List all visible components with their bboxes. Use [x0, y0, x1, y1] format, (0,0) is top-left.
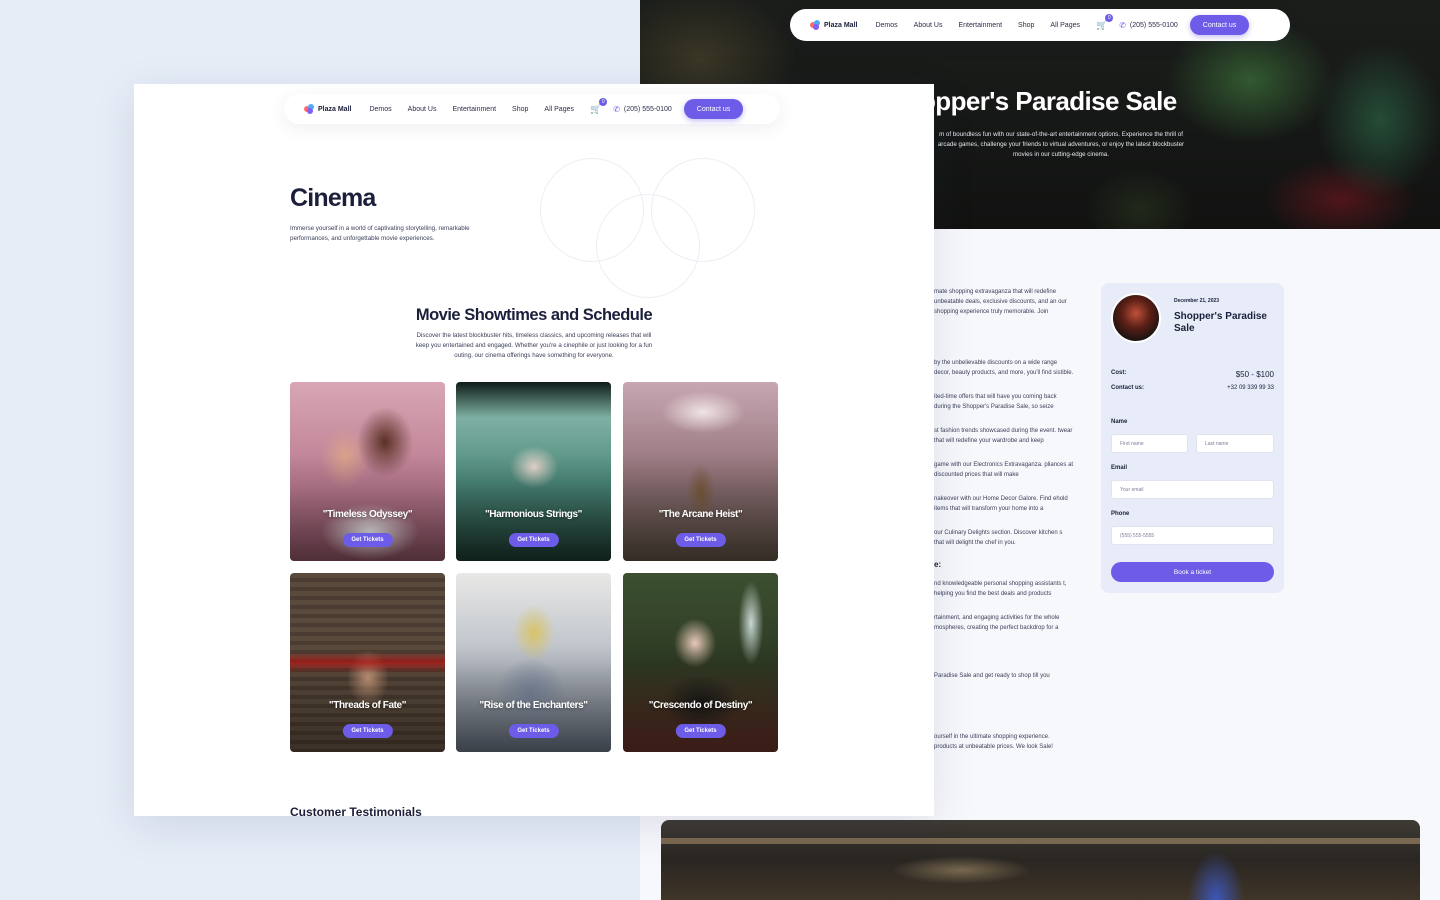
event-hero-title: opper's Paradise Sale — [920, 86, 1177, 116]
movie-card[interactable]: "Harmonious Strings" Get Tickets — [456, 382, 611, 561]
event-body-paragraph: ourself in the ultimate shopping experie… — [934, 734, 1053, 750]
brand-logo[interactable]: Plaza Mall — [304, 104, 351, 114]
page-subtitle: Immerse yourself in a world of captivati… — [290, 225, 470, 242]
event-body-paragraph: nd knowledgeable personal shopping assis… — [934, 581, 1067, 597]
contact-button[interactable]: Contact us — [1189, 15, 1250, 35]
nav-link-entertainment[interactable]: Entertainment — [958, 22, 1002, 29]
event-body-paragraph: mate shopping extravaganza that will red… — [934, 289, 1067, 315]
contact-button[interactable]: Contact us — [683, 99, 744, 119]
movie-title: "Threads of Fate" — [328, 700, 407, 711]
contact-row: Contact us: +32 09 339 99 33 — [1111, 385, 1274, 391]
event-body-paragraph: by the unbelievable discounts on a wide … — [934, 360, 1074, 376]
get-tickets-button[interactable]: Get Tickets — [508, 533, 559, 547]
movie-title: "Rise of the Enchanters" — [479, 700, 588, 711]
movie-card[interactable]: "Threads of Fate" Get Tickets — [290, 573, 445, 752]
page-title: Cinema — [290, 184, 376, 212]
get-tickets-button[interactable]: Get Tickets — [508, 724, 559, 738]
phone-link[interactable]: ✆ (205) 555-0100 — [613, 105, 672, 114]
cart-icon[interactable]: 🛒 0 — [590, 97, 608, 115]
brand-name: Plaza Mall — [318, 105, 352, 113]
testimonials-title: Customer Testimonials — [290, 805, 422, 816]
phone-icon: ✆ — [1119, 20, 1126, 30]
event-body-heading: e: — [934, 560, 942, 569]
contact-value: +32 09 339 99 33 — [1227, 385, 1274, 391]
mall-photo — [661, 820, 1420, 900]
movie-title: "Crescendo of Destiny" — [648, 700, 753, 711]
event-thumbnail — [1111, 293, 1161, 343]
email-label: Email — [1111, 465, 1128, 471]
event-body-paragraph: st fashion trends showcased during the e… — [934, 428, 1073, 444]
section-subtitle: Discover the latest blockbuster hits, ti… — [415, 332, 653, 359]
event-body-paragraph: nakeover with our Home Decor Galore. Fin… — [934, 496, 1068, 512]
cart-count-badge: 0 — [599, 97, 608, 106]
nav-link-about[interactable]: About Us — [914, 22, 943, 29]
movie-title: "Harmonious Strings" — [484, 509, 583, 520]
event-navbar: Plaza Mall Demos About Us Entertainment … — [790, 9, 1290, 41]
event-body-paragraph: our Culinary Delights section. Discover … — [934, 530, 1063, 546]
event-date: December 21, 2023 — [1174, 298, 1220, 304]
cinema-page-screenshot: Plaza Mall Demos About Us Entertainment … — [134, 84, 934, 816]
cart-icon[interactable]: 🛒 0 — [1096, 13, 1114, 31]
nav-link-all-pages[interactable]: All Pages — [1050, 22, 1080, 29]
book-ticket-button[interactable]: Book a ticket — [1111, 562, 1274, 582]
nav-link-shop[interactable]: Shop — [512, 106, 528, 113]
booking-card: December 21, 2023 Shopper's Paradise Sal… — [1101, 283, 1284, 593]
nav-link-about[interactable]: About Us — [408, 106, 437, 113]
nav-link-demos[interactable]: Demos — [369, 106, 391, 113]
name-label: Name — [1111, 419, 1128, 425]
movie-card[interactable]: "Timeless Odyssey" Get Tickets — [290, 382, 445, 561]
section-title: Movie Showtimes and Schedule — [415, 306, 653, 324]
nav-link-entertainment[interactable]: Entertainment — [452, 106, 496, 113]
event-body-paragraph: game with our Electronics Extravaganza. … — [934, 462, 1074, 478]
first-name-field[interactable]: First name — [1111, 434, 1188, 453]
phone-link[interactable]: ✆ (205) 555-0100 — [1119, 21, 1178, 30]
cost-row: Cost: $50 - $100 — [1111, 370, 1274, 379]
event-body-paragraph: Paradise Sale and get ready to shop till… — [934, 673, 1050, 679]
event-body-paragraph: rtainment, and engaging activities for t… — [934, 615, 1060, 631]
movie-card[interactable]: "Crescendo of Destiny" Get Tickets — [623, 573, 778, 752]
brand-logo[interactable]: Plaza Mall — [810, 20, 857, 30]
movie-card[interactable]: "The Arcane Heist" Get Tickets — [623, 382, 778, 561]
event-body-paragraph: ited-time offers that will have you comi… — [934, 394, 1057, 410]
decorative-circle — [596, 194, 700, 298]
get-tickets-button[interactable]: Get Tickets — [675, 533, 726, 547]
cart-count-badge: 0 — [1105, 13, 1114, 22]
nav-link-all-pages[interactable]: All Pages — [544, 106, 574, 113]
cost-value: $50 - $100 — [1235, 370, 1274, 379]
get-tickets-button[interactable]: Get Tickets — [342, 533, 393, 547]
event-title: Shopper's Paradise Sale — [1174, 311, 1267, 334]
phone-icon: ✆ — [613, 104, 620, 114]
email-field[interactable]: Your email — [1111, 480, 1274, 499]
cinema-navbar: Plaza Mall Demos About Us Entertainment … — [284, 94, 780, 124]
last-name-field[interactable]: Last name — [1196, 434, 1274, 453]
nav-link-shop[interactable]: Shop — [1018, 22, 1034, 29]
phone-label: Phone — [1111, 511, 1130, 517]
movie-title: "Timeless Odyssey" — [322, 509, 413, 520]
phone-number: (205) 555-0100 — [623, 105, 672, 113]
nav-link-demos[interactable]: Demos — [875, 22, 897, 29]
brand-name: Plaza Mall — [824, 21, 858, 29]
movie-card[interactable]: "Rise of the Enchanters" Get Tickets — [456, 573, 611, 752]
logo-icon — [304, 104, 314, 114]
phone-number: (205) 555-0100 — [1129, 21, 1178, 29]
event-hero-description: m of boundless fun with our state-of-the… — [937, 131, 1185, 158]
movie-title: "The Arcane Heist" — [658, 509, 743, 520]
get-tickets-button[interactable]: Get Tickets — [342, 724, 393, 738]
phone-field[interactable]: (555) 555-5555 — [1111, 526, 1274, 545]
cost-label: Cost: — [1111, 370, 1127, 376]
contact-label: Contact us: — [1111, 385, 1144, 391]
get-tickets-button[interactable]: Get Tickets — [675, 724, 726, 738]
logo-icon — [810, 20, 820, 30]
